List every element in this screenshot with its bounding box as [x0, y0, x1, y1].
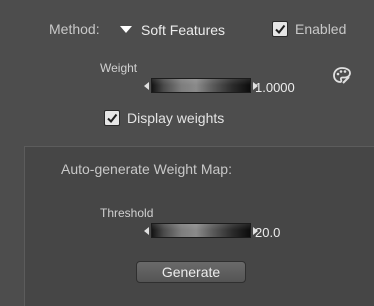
threshold-value[interactable]: 20.0	[255, 225, 280, 240]
enabled-checkbox[interactable]: Enabled	[272, 21, 346, 37]
weight-label: Weight	[100, 61, 138, 75]
enabled-label: Enabled	[295, 21, 347, 37]
weight-value[interactable]: 1.0000	[255, 80, 295, 95]
triangle-down-icon	[120, 26, 132, 33]
display-weights-label: Display weights	[127, 110, 225, 126]
method-selected-value: Soft Features	[141, 22, 226, 38]
threshold-decrement-arrow[interactable]	[144, 226, 149, 235]
weight-decrement-arrow[interactable]	[144, 81, 149, 90]
generate-button[interactable]: Generate	[136, 261, 246, 283]
method-label: Method:	[49, 21, 100, 37]
threshold-label: Threshold	[100, 206, 154, 220]
enabled-check-icon	[272, 21, 288, 37]
threshold-slider[interactable]	[151, 223, 251, 238]
weight-slider-row	[144, 78, 258, 93]
display-weights-checkbox[interactable]: Display weights	[104, 110, 224, 126]
display-weights-check-icon	[104, 110, 120, 126]
weight-slider[interactable]	[151, 78, 251, 93]
paint-palette-icon[interactable]	[332, 66, 352, 86]
method-dropdown[interactable]: Soft Features	[114, 20, 244, 40]
threshold-slider-row	[144, 223, 258, 238]
auto-generate-title: Auto-generate Weight Map:	[61, 161, 232, 177]
